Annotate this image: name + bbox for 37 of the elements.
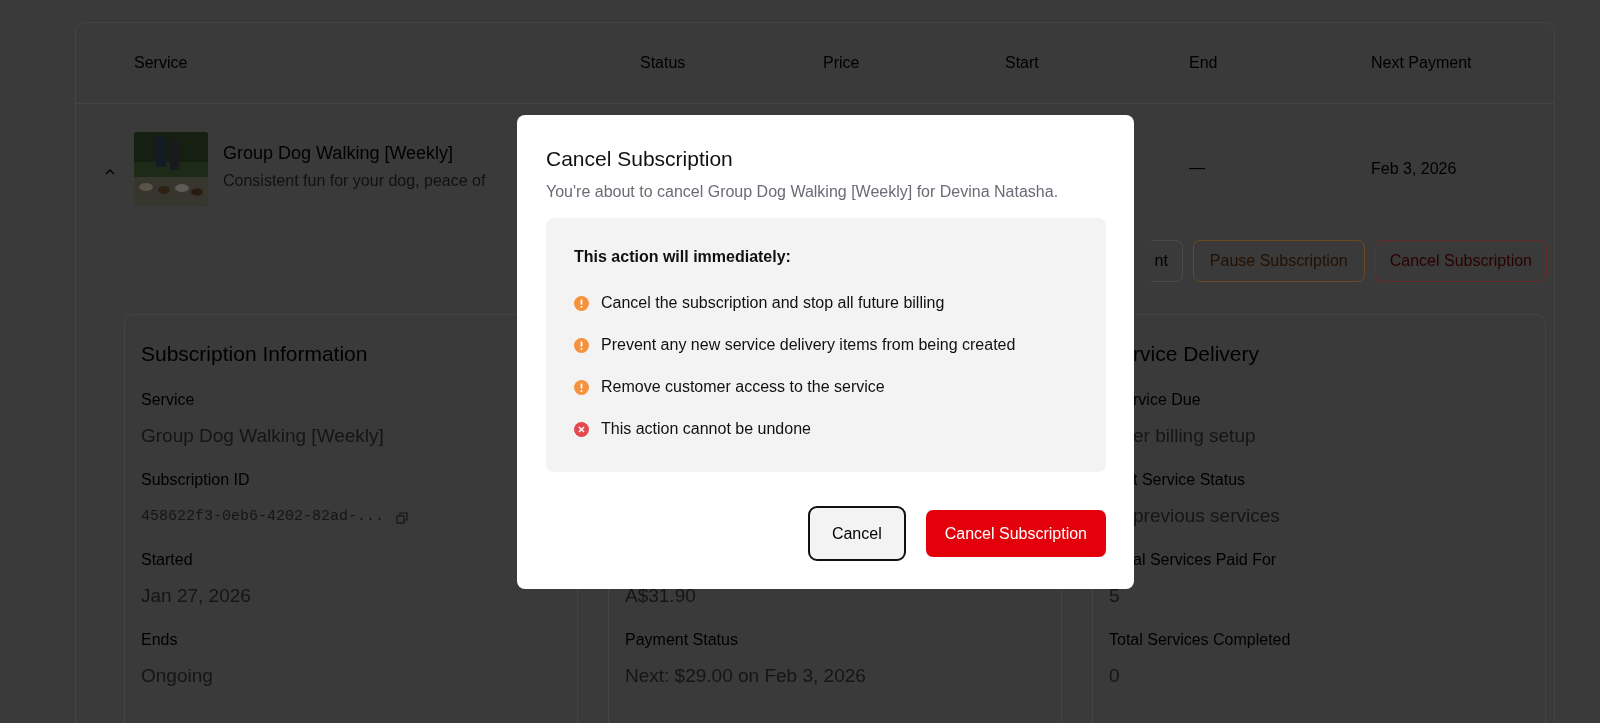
column-header: Start [1005,54,1039,72]
column-header: End [1189,54,1218,72]
dialog-subtitle: You're about to cancel Group Dog Walking [Weekly] for Devina Natasha. [546,183,1060,201]
card-title: rvice Delivery [1133,342,1260,366]
confirm-button[interactable]: Cancel Subscription [925,510,1106,557]
column-header: Next Payment [1371,54,1472,72]
field-label: Total Services Completed [1109,630,1291,649]
column-header: Service [134,54,188,72]
effect-text: Remove customer access to the service [601,378,885,396]
warning-icon [574,295,589,311]
effect-text: Cancel the subscription and stop all future billing [601,294,945,312]
field-label: rvice Due [1133,390,1201,409]
copy-icon[interactable] [396,512,409,524]
service-title: Group Dog Walking [Weekly] [223,143,455,164]
panel-title: This action will immediately: [574,248,792,266]
warning-icon [574,337,589,353]
cancel-button[interactable]: Cancel [807,506,906,561]
warning-icon [574,379,589,395]
field-label: Started [141,550,193,569]
field-label: al Services Paid For [1133,550,1277,569]
error-icon [574,421,589,437]
effect-text: Prevent any new service delivery items from being created [601,336,1016,354]
action-button[interactable]: nt [1150,240,1183,282]
column-header: Status [640,54,686,72]
field-label: Service [141,390,195,409]
field-label: Payment Status [625,630,738,649]
card-title: Subscription Information [141,342,368,366]
field-label: t Service Status [1133,470,1246,489]
effect-text: This action cannot be undone [601,420,811,438]
column-header: Price [823,54,860,72]
field-label: Subscription ID [141,470,250,489]
dialog-title: Cancel Subscription [546,147,734,171]
table-cell: — [1189,159,1205,177]
action-button[interactable]: Pause Subscription [1192,240,1365,282]
table-cell: Feb 3, 2026 [1371,160,1457,178]
action-button[interactable]: Cancel Subscription [1374,240,1547,282]
field-label: Ends [141,630,178,649]
